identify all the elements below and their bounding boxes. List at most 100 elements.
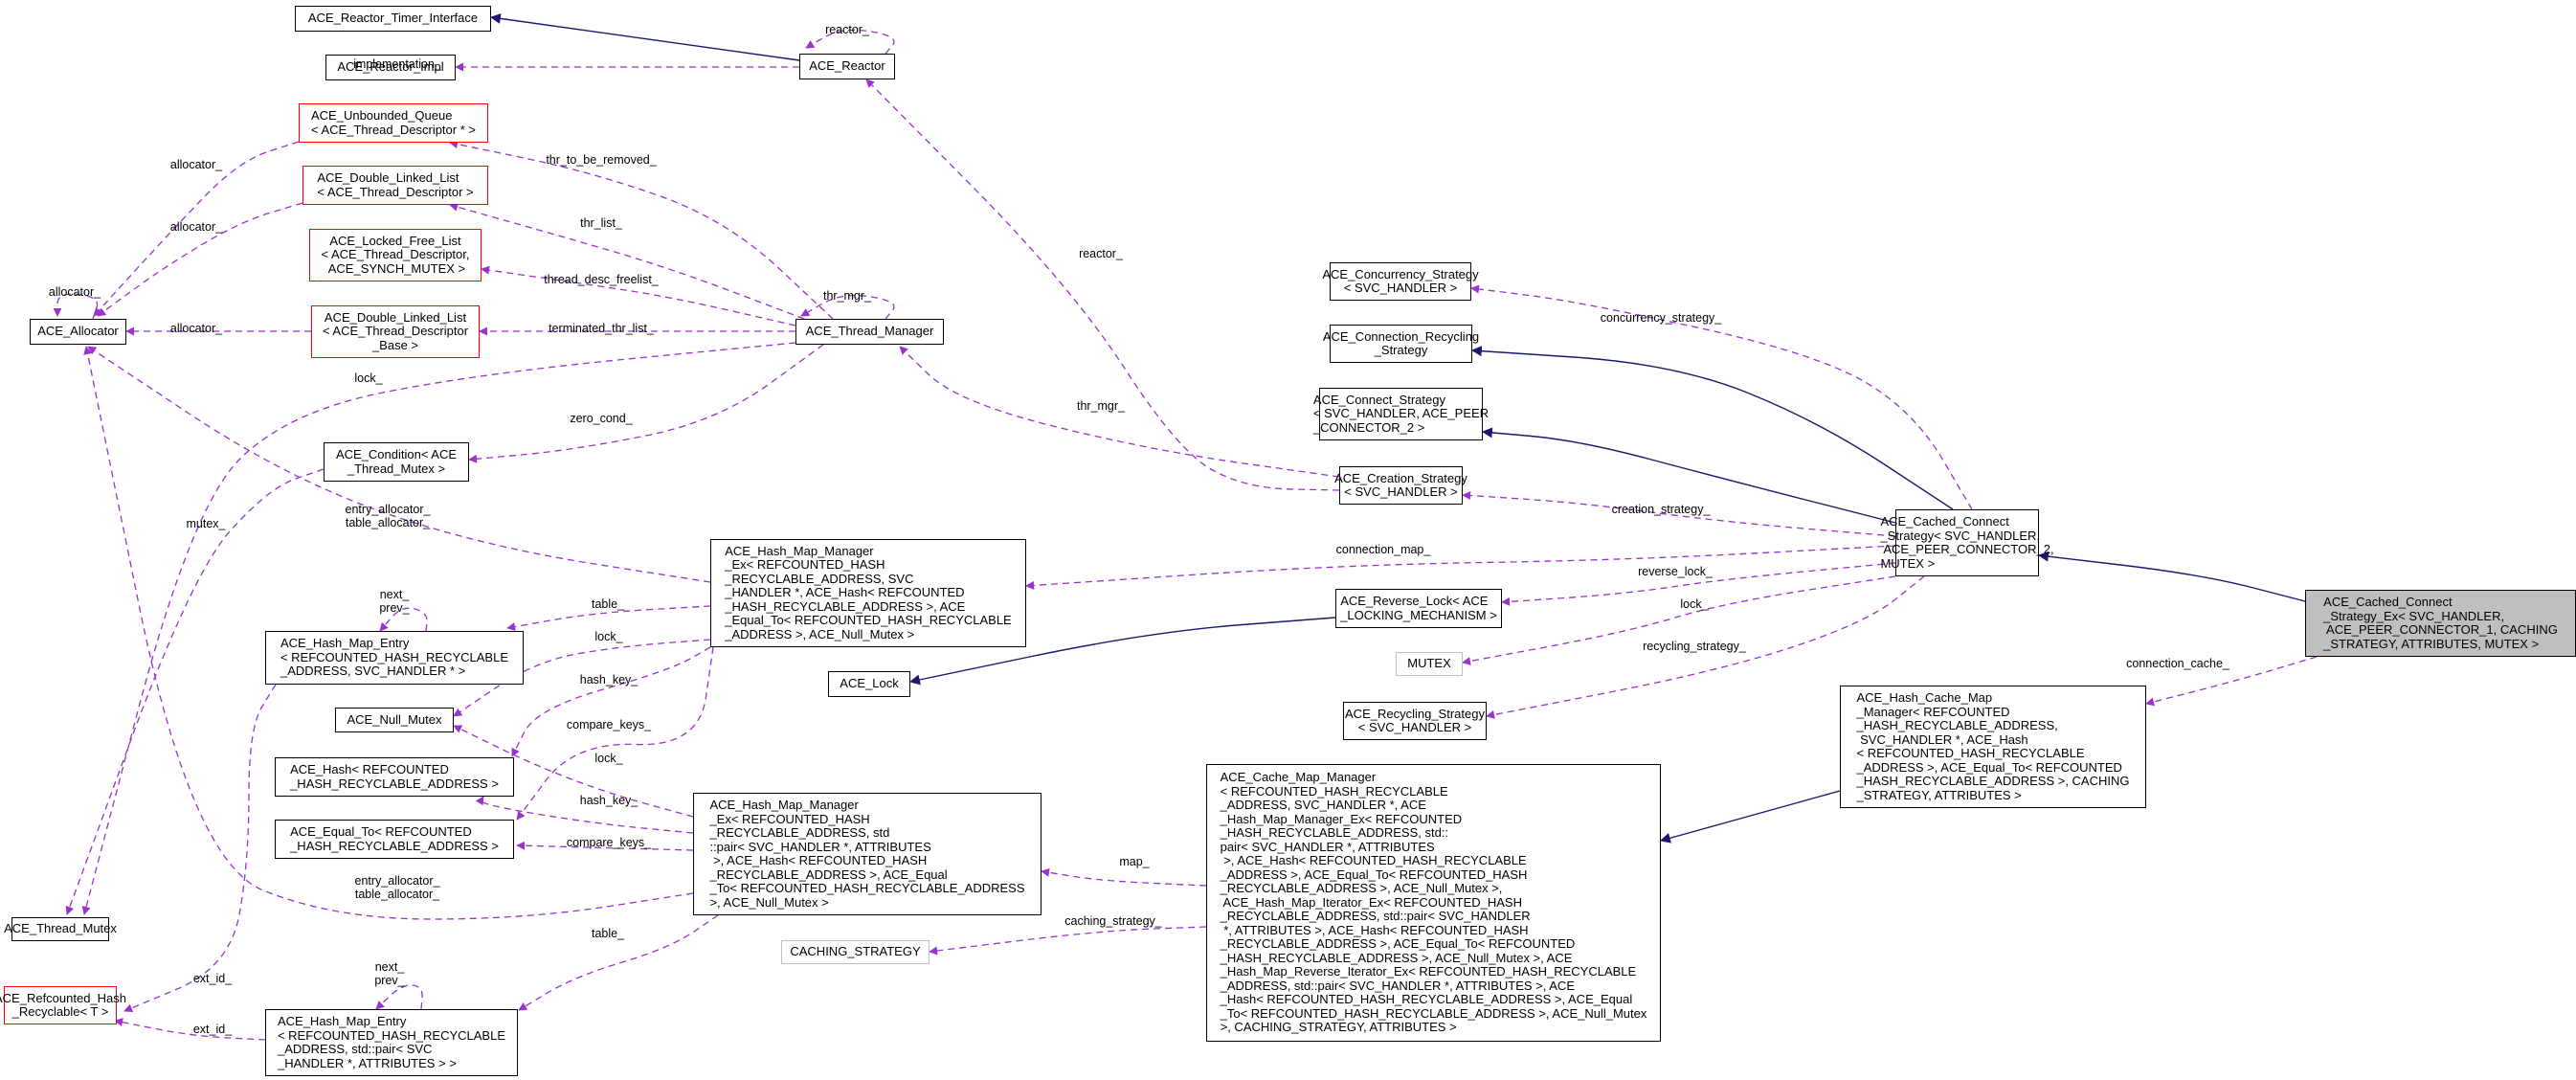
usage-edge-thread-manager-to-condition <box>468 344 824 463</box>
class-node-allocator[interactable]: ACE_Allocator <box>30 319 126 345</box>
class-node-label: ACE_Hash_Cache_Map _Manager< REFCOUNTED … <box>1856 690 2130 802</box>
edge-label: recycling_strategy_ <box>1643 640 1746 653</box>
edge-label: caching_strategy_ <box>1064 914 1162 928</box>
class-node-hme-svc[interactable]: ACE_Hash_Map_Entry < REFCOUNTED_HASH_REC… <box>265 631 524 685</box>
class-node-label: ACE_Connect_Strategy < SVC_HANDLER, ACE_… <box>1312 392 1490 435</box>
edge-label: thr_mgr_ <box>1076 399 1126 413</box>
class-node-label: ACE_Double_Linked_List < ACE_Thread_Desc… <box>317 170 474 199</box>
class-node-label: ACE_Refcounted_Hash _Recyclable< T > <box>0 990 127 1019</box>
edge-label: hash_key_ <box>579 794 638 807</box>
edge-label: zero_cond_ <box>570 412 633 425</box>
usage-edge-hme-pair-to-hme-pair <box>375 984 423 1010</box>
usage-edge-cached-connect-strategy-to-hmm-svc <box>1025 545 1896 590</box>
class-node-reactor-timer-interface[interactable]: ACE_Reactor_Timer_Interface <box>295 6 491 32</box>
class-node-creation-strategy[interactable]: ACE_Creation_Strategy < SVC_HANDLER > <box>1334 466 1467 505</box>
class-node-hmm-pair[interactable]: ACE_Hash_Map_Manager _Ex< REFCOUNTED_HAS… <box>693 793 1042 915</box>
usage-edge-thread-manager-to-unbounded-queue <box>449 140 834 320</box>
edge-label: lock_ <box>1680 597 1709 611</box>
class-node-reverse-lock[interactable]: ACE_Reverse_Lock< ACE _LOCKING_MECHANISM… <box>1335 589 1502 628</box>
edge-label: allocator_ <box>169 158 223 171</box>
edge-label: mutex_ <box>186 517 226 530</box>
class-node-label: ACE_Thread_Mutex <box>4 921 117 936</box>
class-node-null-mutex[interactable]: ACE_Null_Mutex <box>335 708 454 732</box>
edge-label: allocator_ <box>169 322 223 335</box>
class-node-label: ACE_Concurrency_Strategy < SVC_HANDLER > <box>1322 266 1479 295</box>
edge-label: hash_key_ <box>579 673 638 686</box>
class-node-label: ACE_Reactor <box>809 58 885 74</box>
class-node-label: CACHING_STRATEGY <box>790 944 921 959</box>
edge-label: connection_cache_ <box>2126 657 2229 670</box>
edge-label: terminated_thr_list_ <box>549 322 654 335</box>
usage-edge-thread-manager-to-dll-thread-desc <box>449 202 805 320</box>
edge-label: allocator_ <box>169 220 223 234</box>
class-node-ace-lock[interactable]: ACE_Lock <box>828 671 910 697</box>
inheritance-edge-cached-connect-strategy-to-conn-recycling-strategy <box>1470 346 1954 510</box>
edge-label: reverse_lock_ <box>1638 565 1713 578</box>
edge-label: map_ <box>1119 855 1150 868</box>
edge-label: allocator_ <box>48 285 101 299</box>
class-node-connect-strategy[interactable]: ACE_Connect_Strategy < SVC_HANDLER, ACE_… <box>1313 388 1489 440</box>
edge-label: ext_id_ <box>192 972 233 985</box>
class-node-cached-connect-strategy[interactable]: ACE_Cached_Connect _Strategy< SVC_HANDLE… <box>1880 509 2054 576</box>
class-node-label: ACE_Unbounded_Queue < ACE_Thread_Descrip… <box>311 108 476 137</box>
class-node-label: ACE_Cache_Map_Manager < REFCOUNTED_HASH_… <box>1220 770 1647 1035</box>
class-node-mutex[interactable]: MUTEX <box>1396 652 1463 676</box>
edge-label: thread_desc_freelist_ <box>544 273 659 286</box>
edge-label: next_ prev_ <box>374 960 405 987</box>
usage-edge-cache-map-manager-to-caching-strategy <box>929 926 1207 956</box>
class-node-label: ACE_Thread_Manager <box>805 324 934 339</box>
class-node-label: ACE_Allocator <box>37 324 119 339</box>
class-node-label: ACE_Reactor_Timer_Interface <box>307 11 479 26</box>
edge-label: lock_ <box>594 752 623 765</box>
class-node-label: ACE_Hash_Map_Manager _Ex< REFCOUNTED_HAS… <box>709 798 1025 910</box>
edge-label: connection_map_ <box>1335 543 1431 556</box>
class-node-hash-cache-map-manager[interactable]: ACE_Hash_Cache_Map _Manager< REFCOUNTED … <box>1840 686 2146 808</box>
class-node-locked-free-list[interactable]: ACE_Locked_Free_List < ACE_Thread_Descri… <box>309 229 482 281</box>
class-node-dll-thread-desc-base[interactable]: ACE_Double_Linked_List < ACE_Thread_Desc… <box>311 305 480 358</box>
class-node-cache-map-manager[interactable]: ACE_Cache_Map_Manager < REFCOUNTED_HASH_… <box>1206 764 1661 1042</box>
class-node-label: ACE_Recycling_Strategy < SVC_HANDLER > <box>1345 706 1485 734</box>
class-node-hmm-svc[interactable]: ACE_Hash_Map_Manager _Ex< REFCOUNTED_HAS… <box>710 539 1026 647</box>
usage-edge-hme-pair-to-refcounted-hash <box>114 1018 266 1041</box>
collaboration-diagram: ACE_Reactor_Timer_Interface ACE_Reactor_I… <box>0 0 2576 1080</box>
class-node-label: ACE_Locked_Free_List < ACE_Thread_Descri… <box>321 233 470 276</box>
class-node-caching-strategy[interactable]: CACHING_STRATEGY <box>781 940 930 964</box>
class-node-recycling-strategy[interactable]: ACE_Recycling_Strategy < SVC_HANDLER > <box>1343 702 1487 740</box>
class-node-label: ACE_Null_Mutex <box>347 711 442 727</box>
class-node-equal-to[interactable]: ACE_Equal_To< REFCOUNTED _HASH_RECYCLABL… <box>275 820 514 859</box>
class-node-refcounted-hash[interactable]: ACE_Refcounted_Hash _Recyclable< T > <box>0 986 126 1024</box>
edge-label: implementation_ <box>353 57 441 71</box>
usage-edge-cached-connect-strategy-to-concurrency-strategy <box>1470 284 1973 510</box>
class-node-label: ACE_Equal_To< REFCOUNTED _HASH_RECYCLABL… <box>290 824 499 853</box>
edge-label: reactor_ <box>1079 247 1123 260</box>
class-node-label: ACE_Connection_Recycling _Strategy <box>1322 328 1480 357</box>
edge-label: next_ prev_ <box>379 588 410 615</box>
class-node-label: ACE_Condition< ACE _Thread_Mutex > <box>335 447 458 476</box>
class-node-thread-manager[interactable]: ACE_Thread_Manager <box>795 319 944 345</box>
class-node-label: ACE_Creation_Strategy < SVC_HANDLER > <box>1334 470 1467 499</box>
class-node-concurrency-strategy[interactable]: ACE_Concurrency_Strategy < SVC_HANDLER > <box>1322 262 1479 301</box>
class-node-ace-hash[interactable]: ACE_Hash< REFCOUNTED _HASH_RECYCLABLE_AD… <box>275 757 514 797</box>
class-node-condition[interactable]: ACE_Condition< ACE _Thread_Mutex > <box>324 442 469 482</box>
class-node-unbounded-queue[interactable]: ACE_Unbounded_Queue < ACE_Thread_Descrip… <box>299 103 488 143</box>
class-node-label: ACE_Reverse_Lock< ACE _LOCKING_MECHANISM… <box>1340 594 1497 622</box>
class-node-label: ACE_Hash_Map_Manager _Ex< REFCOUNTED_HAS… <box>725 543 1012 641</box>
class-node-label: ACE_Hash< REFCOUNTED _HASH_RECYCLABLE_AD… <box>290 762 499 791</box>
usage-edge-cache-map-manager-to-hmm-pair <box>1041 867 1207 887</box>
edge-label: thr_to_be_removed_ <box>546 153 657 167</box>
inheritance-edge-reactor-to-reactor-timer-interface <box>489 12 800 61</box>
edge-label: lock_ <box>354 371 383 385</box>
class-node-cached-connect-strategy-ex[interactable]: ACE_Cached_Connect _Strategy_Ex< SVC_HAN… <box>2305 590 2576 657</box>
edge-label: thr_list_ <box>580 216 622 230</box>
edge-label: compare_keys_ <box>566 836 652 849</box>
class-node-dll-thread-desc[interactable]: ACE_Double_Linked_List < ACE_Thread_Desc… <box>302 166 488 205</box>
edge-label: reactor_ <box>825 23 869 36</box>
usage-edge-hmm-svc-to-ace-hash <box>511 646 711 757</box>
class-node-conn-recycling-strategy[interactable]: ACE_Connection_Recycling _Strategy <box>1323 325 1479 363</box>
class-node-reactor[interactable]: ACE_Reactor <box>799 54 895 79</box>
edge-label: entry_allocator_ table_allocator_ <box>354 874 440 901</box>
class-node-label: ACE_Hash_Map_Entry < REFCOUNTED_HASH_REC… <box>277 1014 506 1070</box>
class-node-hme-pair[interactable]: ACE_Hash_Map_Entry < REFCOUNTED_HASH_REC… <box>265 1009 518 1076</box>
inheritance-edge-cached-connect-strategy-ex-to-cached-connect-strategy <box>2037 551 2306 602</box>
class-node-thread-mutex[interactable]: ACE_Thread_Mutex <box>4 917 117 941</box>
